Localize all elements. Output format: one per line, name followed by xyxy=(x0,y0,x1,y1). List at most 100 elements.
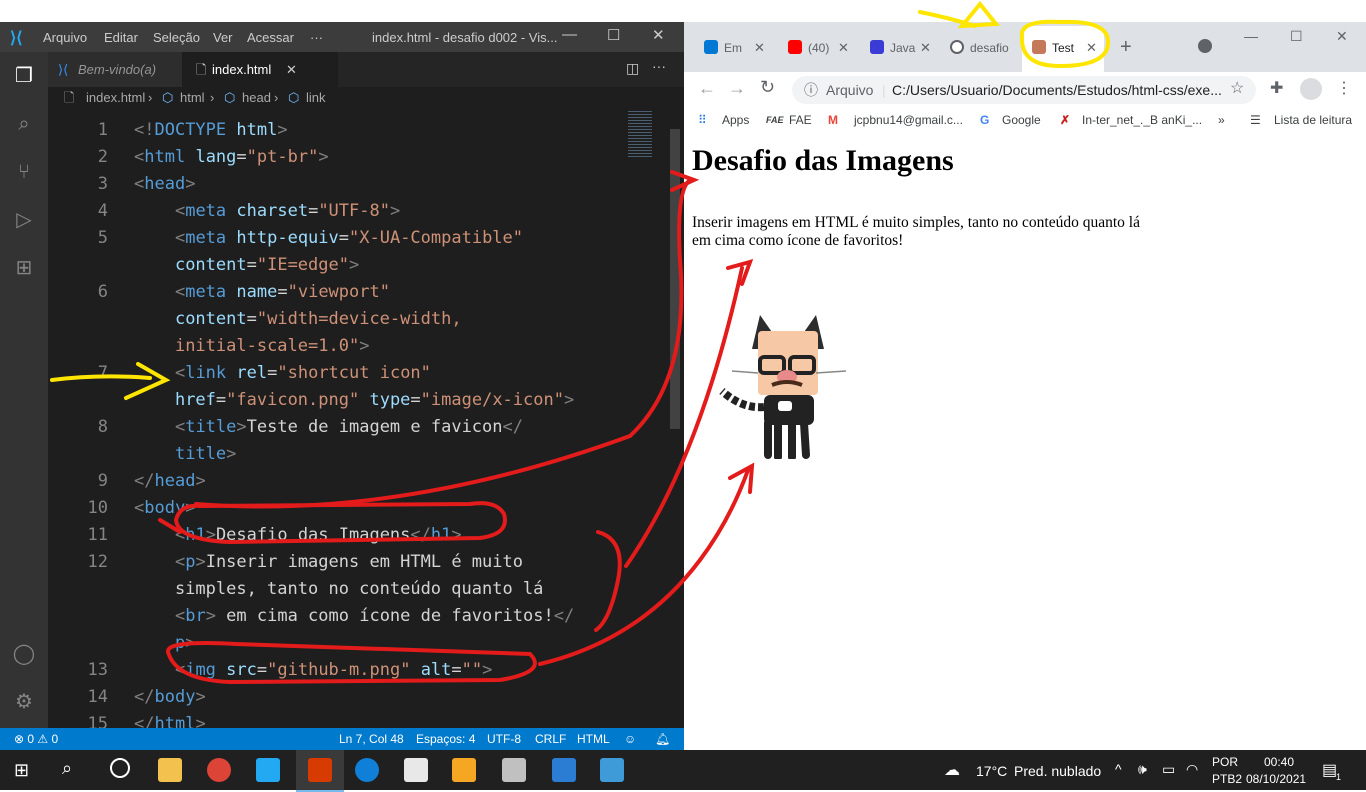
language-mode[interactable]: HTML xyxy=(577,728,610,750)
new-tab-icon[interactable]: + xyxy=(1120,36,1132,59)
app-icon[interactable] xyxy=(552,758,576,782)
end-of-line[interactable]: CRLF xyxy=(535,728,566,750)
tab-close-icon[interactable]: ✕ xyxy=(754,34,765,62)
chrome-tab-email[interactable]: Em ✕ xyxy=(704,34,768,62)
minimize-icon[interactable]: — xyxy=(1244,28,1258,44)
vscode-taskbar-icon[interactable] xyxy=(256,758,280,782)
file-explorer-icon[interactable] xyxy=(158,758,182,782)
code-line[interactable]: simples, tanto no conteúdo quanto lá xyxy=(134,579,543,599)
menu-editar[interactable]: Editar xyxy=(104,30,138,45)
bookmark-internet[interactable]: In-ter_net_._B anKi_... xyxy=(1082,106,1202,134)
notification-center-icon[interactable]: ▤ xyxy=(1322,760,1337,780)
code-line[interactable]: <html lang="pt-br"> xyxy=(134,147,329,167)
info-icon[interactable]: ⓘ xyxy=(804,76,818,104)
input-language[interactable]: POR xyxy=(1212,755,1238,769)
source-control-icon[interactable]: ⑂ xyxy=(12,160,36,184)
volume-icon[interactable]: 🕪︎ xyxy=(1138,761,1147,778)
code-line[interactable]: <img src="github-m.png" alt=""> xyxy=(134,660,492,680)
code-line[interactable]: title> xyxy=(134,444,236,464)
bookmark-star-icon[interactable]: ☆ xyxy=(1230,78,1244,98)
document-icon[interactable] xyxy=(404,758,428,782)
chrome-menu-icon[interactable]: ⋮ xyxy=(1336,78,1352,98)
feedback-icon[interactable]: ☺ xyxy=(624,728,636,750)
minimap[interactable] xyxy=(622,109,668,189)
media-player-icon[interactable] xyxy=(452,758,476,782)
code-line[interactable]: <p>Inserir imagens em HTML é muito xyxy=(134,552,523,572)
split-editor-icon[interactable]: ◫ xyxy=(626,60,639,77)
menu-arquivo[interactable]: Arquivo xyxy=(43,30,87,45)
code-line[interactable]: content="IE=edge"> xyxy=(134,255,359,275)
chrome-tab-teste-active[interactable]: Test ✕ xyxy=(1022,26,1104,72)
indentation[interactable]: Espaços: 4 xyxy=(416,728,475,750)
code-line[interactable]: href="favicon.png" type="image/x-icon"> xyxy=(134,390,574,410)
chrome-icon[interactable] xyxy=(207,758,231,782)
profile-avatar[interactable] xyxy=(1300,78,1322,100)
explorer-icon[interactable]: ❐ xyxy=(12,64,36,88)
code-line[interactable]: <br> em cima como ícone de favoritos!</ xyxy=(134,606,574,626)
weather-text[interactable]: Pred. nublado xyxy=(1014,763,1101,779)
code-line[interactable]: <h1>Desafio das Imagens</h1> xyxy=(134,525,462,545)
account-icon[interactable]: ◯ xyxy=(12,642,36,666)
weather-temp[interactable]: 17°C xyxy=(976,763,1007,779)
clock-time[interactable]: 00:40 xyxy=(1264,755,1294,769)
bookmark-fae[interactable]: FAE xyxy=(789,106,812,134)
menu-acessar[interactable]: Acessar xyxy=(247,30,294,45)
reading-list[interactable]: Lista de leitura xyxy=(1274,106,1352,134)
maximize-icon[interactable]: ☐ xyxy=(1290,28,1303,45)
code-line[interactable]: content="width=device-width, xyxy=(134,309,462,329)
code-line[interactable]: p> xyxy=(134,633,196,653)
notifications-bell-icon[interactable]: 🔔︎ xyxy=(655,728,670,750)
breadcrumb-link[interactable]: link xyxy=(306,87,326,109)
windows-start-icon[interactable]: ⊞ xyxy=(14,760,29,781)
code-line[interactable]: <link rel="shortcut icon" xyxy=(134,363,431,383)
code-line[interactable]: <meta name="viewport" xyxy=(134,282,390,302)
more-actions-icon[interactable]: ··· xyxy=(652,58,666,74)
tab-close-icon[interactable]: ✕ xyxy=(1086,26,1097,70)
code-editor[interactable]: 1 <!DOCTYPE html> 2 <html lang="pt-br"> 3 <he… xyxy=(48,109,668,734)
editor-scrollbar[interactable] xyxy=(668,109,682,728)
code-line[interactable]: <meta http-equiv="X-UA-Compatible" xyxy=(134,228,523,248)
minimize-icon[interactable]: — xyxy=(562,26,577,43)
tab-close-icon[interactable]: ✕ xyxy=(920,34,931,62)
extensions-puzzle-icon[interactable]: ✚ xyxy=(1270,78,1283,98)
menu-selecao[interactable]: Seleção xyxy=(153,30,200,45)
bookmark-gmail[interactable]: jcpbnu14@gmail.c... xyxy=(854,106,963,134)
extensions-icon[interactable]: ⊞ xyxy=(12,256,36,280)
input-layout[interactable]: PTB2 xyxy=(1212,772,1242,786)
bookmark-google[interactable]: Google xyxy=(1002,106,1041,134)
tab-close-icon[interactable]: ✕ xyxy=(286,52,297,87)
close-icon[interactable]: ✕ xyxy=(1336,28,1348,45)
close-icon[interactable]: ✕ xyxy=(652,26,665,44)
app-icon[interactable] xyxy=(600,758,624,782)
address-bar[interactable]: ⓘ Arquivo | C:/Users/Usuario/Documents/E… xyxy=(792,76,1256,104)
cursor-position[interactable]: Ln 7, Col 48 xyxy=(339,728,404,750)
search-icon[interactable]: ⌕ xyxy=(12,112,36,136)
code-line[interactable]: <title>Teste de imagem e favicon</ xyxy=(134,417,523,437)
code-line[interactable]: initial-scale=1.0"> xyxy=(134,336,369,356)
menu-ver[interactable]: Ver xyxy=(213,30,233,45)
tab-search-icon[interactable] xyxy=(1198,39,1212,53)
calendar-icon[interactable] xyxy=(502,758,526,782)
breadcrumb-head[interactable]: head xyxy=(242,87,271,109)
task-view-icon[interactable] xyxy=(110,758,130,778)
encoding[interactable]: UTF-8 xyxy=(487,728,521,750)
chrome-tab-java[interactable]: Java ✕ xyxy=(870,34,934,62)
problems-indicator[interactable]: ⊗ 0 ⚠ 0 xyxy=(14,728,58,750)
reload-icon[interactable]: ↻ xyxy=(760,77,775,98)
breadcrumb-html[interactable]: html xyxy=(180,87,205,109)
tab-close-icon[interactable]: ✕ xyxy=(838,34,849,62)
run-debug-icon[interactable]: ▷ xyxy=(12,208,36,232)
bookmark-apps[interactable]: Apps xyxy=(722,106,749,134)
battery-icon[interactable]: ▭ xyxy=(1162,761,1175,778)
code-line[interactable]: <head> xyxy=(134,174,195,194)
code-line[interactable]: <body> xyxy=(134,498,195,518)
clock-date[interactable]: 08/10/2021 xyxy=(1246,772,1306,786)
app-icon[interactable] xyxy=(308,758,332,782)
code-line[interactable]: </body> xyxy=(134,687,206,707)
search-icon[interactable]: ⌕ xyxy=(62,758,72,779)
chrome-tab-desafio[interactable]: desafio xyxy=(950,34,1020,62)
more-bookmarks[interactable]: » xyxy=(1218,106,1225,134)
settings-gear-icon[interactable]: ⚙ xyxy=(12,690,36,714)
edge-icon[interactable] xyxy=(355,758,379,782)
wifi-icon[interactable]: ◠ xyxy=(1186,761,1198,778)
